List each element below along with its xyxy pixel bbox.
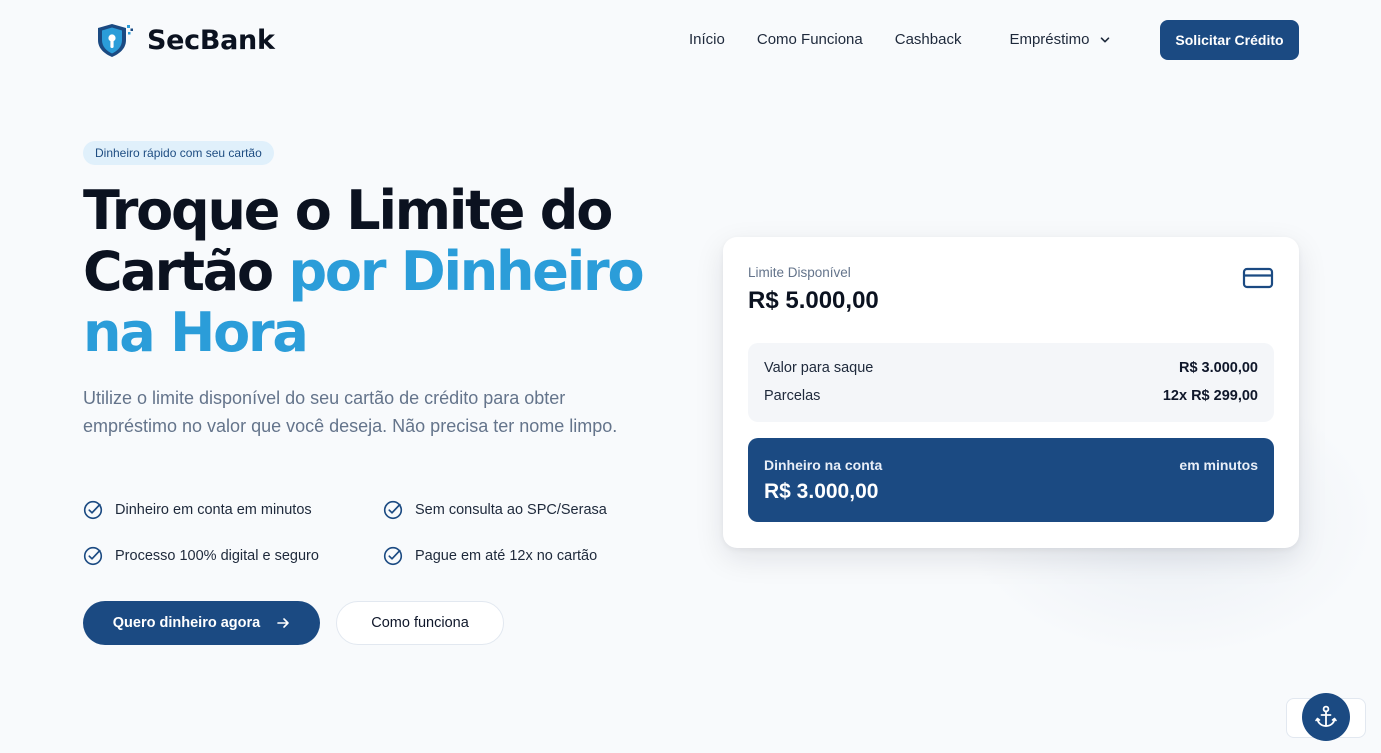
available-limit-label: Limite Disponível <box>748 265 851 280</box>
feature-item: Pague em até 12x no cartão <box>383 546 597 566</box>
check-circle-icon <box>383 500 403 520</box>
check-circle-icon <box>83 500 103 520</box>
hero-badge: Dinheiro rápido com seu cartão <box>83 141 274 165</box>
available-limit-value: R$ 5.000,00 <box>748 287 879 314</box>
summary-value: 12x R$ 299,00 <box>1162 388 1258 404</box>
nav-inicio[interactable]: Início <box>689 31 725 48</box>
main-nav: Início Como Funciona Cashback Empréstimo <box>689 31 1111 48</box>
page: SecBank Início Como Funciona Cashback Em… <box>0 0 1381 753</box>
request-credit-button[interactable]: Solicitar Crédito <box>1160 20 1299 60</box>
brand-name: SecBank <box>147 24 275 56</box>
summary-label: Parcelas <box>764 388 821 404</box>
feature-text: Dinheiro em conta em minutos <box>115 502 312 518</box>
anchor-icon <box>1315 705 1337 727</box>
credit-card-icon <box>1242 267 1274 289</box>
floating-action-button[interactable] <box>1302 693 1350 741</box>
money-in-account-value: R$ 3.000,00 <box>764 480 879 503</box>
hero-title-accent-line3: na Hora <box>83 301 309 364</box>
get-money-button-label: Quero dinheiro agora <box>112 615 261 631</box>
summary-row: Valor para saque R$ 3.000,00 <box>764 360 1258 376</box>
feature-text: Sem consulta ao SPC/Serasa <box>415 502 607 518</box>
logo[interactable]: SecBank <box>94 22 275 58</box>
money-in-account-panel: Dinheiro na conta em minutos R$ 3.000,00 <box>748 438 1274 522</box>
hero-title: Troque o Limite do Cartão por Dinheiro n… <box>83 180 663 363</box>
feature-text: Processo 100% digital e seguro <box>115 548 319 564</box>
summary-value: R$ 3.000,00 <box>1178 360 1258 376</box>
check-circle-icon <box>83 546 103 566</box>
withdrawal-summary: Valor para saque R$ 3.000,00 Parcelas 12… <box>748 343 1274 422</box>
nav-emprestimo-label: Empréstimo <box>1009 31 1090 48</box>
check-circle-icon <box>383 546 403 566</box>
nav-emprestimo-dropdown[interactable]: Empréstimo <box>1009 31 1111 48</box>
arrow-right-icon <box>277 618 290 628</box>
feature-item: Processo 100% digital e seguro <box>83 546 319 566</box>
hero-title-accent-line2: por Dinheiro <box>288 240 644 303</box>
hero-title-line2: Cartão <box>83 240 274 303</box>
summary-label: Valor para saque <box>764 360 874 376</box>
loan-summary-card: Limite Disponível R$ 5.000,00 Valor para… <box>723 237 1299 548</box>
site-header: SecBank Início Como Funciona Cashback Em… <box>0 0 1381 80</box>
feature-item: Sem consulta ao SPC/Serasa <box>383 500 607 520</box>
feature-text: Pague em até 12x no cartão <box>415 548 598 564</box>
get-money-button[interactable]: Quero dinheiro agora <box>83 601 320 645</box>
hero-description: Utilize o limite disponível do seu cartã… <box>83 388 618 436</box>
summary-row: Parcelas 12x R$ 299,00 <box>764 388 1258 404</box>
hero-title-line1: Troque o Limite do <box>83 179 613 242</box>
feature-item: Dinheiro em conta em minutos <box>83 500 312 520</box>
money-in-account-label: Dinheiro na conta <box>764 457 883 473</box>
nav-como-funciona[interactable]: Como Funciona <box>757 31 863 48</box>
nav-cashback[interactable]: Cashback <box>895 31 962 48</box>
chevron-down-icon <box>1101 36 1110 42</box>
how-it-works-button[interactable]: Como funciona <box>336 601 504 645</box>
money-timing: em minutos <box>1179 457 1258 473</box>
shield-lock-icon <box>98 24 133 57</box>
